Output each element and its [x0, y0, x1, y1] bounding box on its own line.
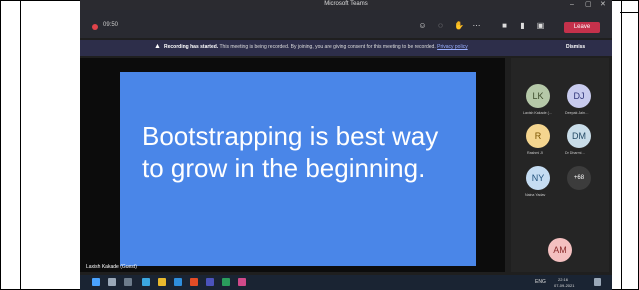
avatar[interactable]: DM: [567, 124, 591, 148]
search-icon[interactable]: [108, 278, 116, 286]
avatar-initials: DJ: [573, 91, 585, 101]
chat-icon[interactable]: ◌: [436, 21, 445, 30]
store-icon[interactable]: [174, 278, 182, 286]
language-indicator[interactable]: ENG: [535, 279, 546, 285]
avatar[interactable]: NY: [526, 166, 550, 190]
avatar-initials: DM: [572, 131, 586, 141]
clock-date[interactable]: 07-09-2021: [554, 283, 574, 288]
more-participants-count: +68: [573, 175, 585, 181]
warning-icon: ▲: [154, 43, 161, 50]
table-divider-right: [621, 0, 622, 290]
meeting-timer: 09:50: [103, 22, 119, 28]
recording-message: Recording has started. This meeting is b…: [164, 44, 468, 50]
recording-icon: [92, 24, 98, 30]
close-icon[interactable]: ✕: [600, 0, 606, 10]
reactions-icon[interactable]: ✋: [454, 21, 464, 30]
task-view-icon[interactable]: [124, 278, 132, 286]
window-titlebar: Microsoft Teams – ▢ ✕: [80, 0, 612, 10]
avatar-initials: AM: [553, 245, 567, 255]
clock-time[interactable]: 22:16: [558, 277, 568, 282]
file-explorer-icon[interactable]: [158, 278, 166, 286]
avatar[interactable]: DJ: [567, 84, 591, 108]
avatar-initials: R: [534, 131, 542, 141]
maximize-icon[interactable]: ▢: [585, 0, 592, 10]
participant-name: Dr Dharmi…: [565, 151, 585, 155]
recording-banner: ▲ Recording has started. This meeting is…: [80, 40, 612, 56]
teams-screenshot: Microsoft Teams – ▢ ✕ 09:50 ☺ ◌ ✋ ⋯ ■ ▮ …: [80, 0, 612, 290]
participant-name: Rashmi JI: [527, 151, 543, 155]
chrome-icon[interactable]: [190, 278, 198, 286]
more-actions-icon[interactable]: ⋯: [472, 21, 481, 30]
more-participants-badge[interactable]: +68: [567, 166, 591, 190]
participants-panel: LK Laxish Kakade (… DJ Deepak Jain… R Ra…: [511, 58, 609, 272]
notifications-icon[interactable]: [594, 278, 601, 286]
leave-button[interactable]: Leave: [564, 22, 600, 33]
dismiss-button[interactable]: Dismiss: [566, 44, 585, 50]
recording-message-text: This meeting is being recorded. By joini…: [219, 44, 436, 50]
table-cell-stub: [620, 0, 639, 13]
slide-text: Bootstrapping is best way to grow in the…: [142, 121, 439, 183]
avatar[interactable]: R: [526, 124, 550, 148]
presentation-slide: Bootstrapping is best way to grow in the…: [120, 72, 476, 266]
start-icon[interactable]: [92, 278, 100, 286]
avatar-initials: LK: [532, 91, 544, 101]
minimize-icon[interactable]: –: [570, 0, 574, 10]
avatar-initials: NY: [531, 173, 545, 183]
meeting-controls-bar: 09:50 ☺ ◌ ✋ ⋯ ■ ▮ ▣ Leave: [80, 10, 612, 38]
recording-message-bold: Recording has started.: [164, 44, 219, 50]
app-icon[interactable]: [222, 278, 230, 286]
avatar[interactable]: AM: [548, 238, 572, 262]
avatar[interactable]: LK: [526, 84, 550, 108]
participant-name: Naina Yadav: [525, 193, 546, 197]
teams-taskbar-icon[interactable]: [206, 278, 214, 286]
table-divider-left: [20, 0, 21, 290]
people-icon[interactable]: ☺: [418, 21, 427, 30]
windows-taskbar: ENG 22:16 07-09-2021: [80, 275, 612, 290]
participant-name: Deepak Jain…: [565, 111, 589, 115]
presenter-name: Laxish Kakade (Guest): [86, 264, 137, 270]
edge-icon[interactable]: [142, 278, 150, 286]
leave-label: Leave: [573, 24, 591, 30]
app-icon[interactable]: [238, 278, 246, 286]
share-screen-icon[interactable]: ▣: [536, 21, 545, 30]
mic-icon[interactable]: ▮: [518, 21, 527, 30]
window-title: Microsoft Teams: [324, 1, 368, 7]
shared-screen-stage: Bootstrapping is best way to grow in the…: [80, 58, 505, 272]
privacy-policy-link[interactable]: Privacy policy: [437, 44, 468, 50]
participant-name: Laxish Kakade (…: [523, 111, 553, 115]
camera-icon[interactable]: ■: [500, 21, 509, 30]
